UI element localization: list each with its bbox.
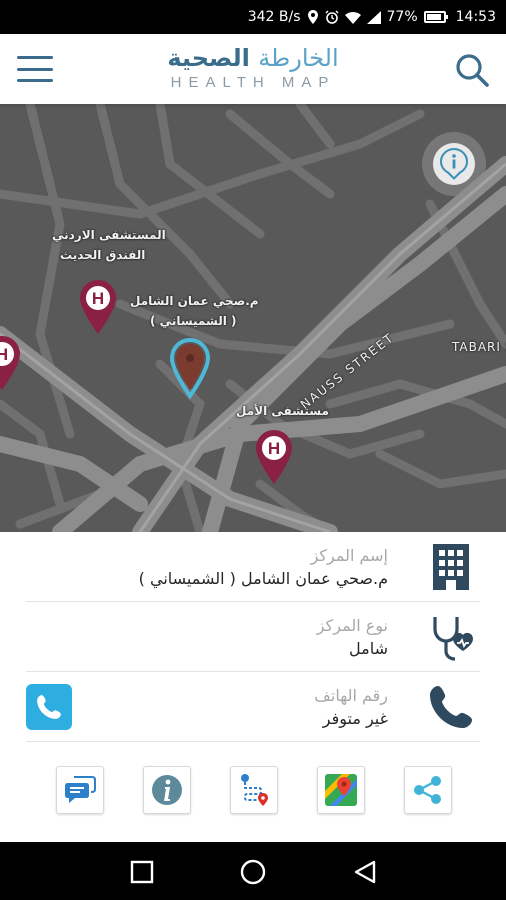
center-details-panel: إسم المركز م.صحي عمان الشامل ( الشميساني… <box>0 532 506 842</box>
action-buttons <box>0 766 506 816</box>
logo-ar-part1: الخارطة <box>258 44 339 72</box>
system-nav-bar <box>0 842 506 900</box>
route-button[interactable] <box>230 766 278 814</box>
map-label-street-2: TABARI ST <box>452 340 506 354</box>
phone-value: غير متوفر <box>322 709 388 728</box>
alarm-icon <box>325 10 339 24</box>
signal-icon <box>366 10 381 24</box>
svg-text:H: H <box>92 289 104 308</box>
hospital-marker-icon: H <box>80 280 116 334</box>
selected-marker-icon <box>169 337 211 400</box>
building-icon <box>426 542 476 592</box>
battery-percent: 77% <box>386 9 418 25</box>
logo-english: HEALTH MAP <box>170 74 336 91</box>
center-type-label: نوع المركز <box>316 616 388 635</box>
hospital-marker-icon: H <box>256 430 292 484</box>
square-icon <box>130 860 154 884</box>
search-icon <box>456 54 489 87</box>
google-maps-button[interactable] <box>317 766 365 814</box>
center-type-row: نوع المركز شامل <box>26 602 480 672</box>
center-name-row: إسم المركز م.صحي عمان الشامل ( الشميساني… <box>26 532 480 602</box>
svg-text:H: H <box>268 439 280 458</box>
clock: 14:53 <box>455 9 496 25</box>
svg-text:H: H <box>0 345 8 364</box>
logo-arabic: الخارطة الصحية <box>0 44 506 72</box>
share-button[interactable] <box>404 766 452 814</box>
logo-ar-part2: الصحية <box>167 44 250 72</box>
network-speed: 342 B/s <box>247 9 301 25</box>
map-label-selected-center-line2: ( الشميساني ) <box>150 314 237 328</box>
center-type-value: شامل <box>349 639 388 658</box>
share-icon <box>414 776 441 804</box>
stethoscope-heart-icon <box>426 612 476 662</box>
call-button[interactable] <box>26 684 72 730</box>
map-label-hospital-1: المستشفى الاردني <box>52 228 166 242</box>
back-triangle-icon <box>354 860 376 884</box>
phone-icon <box>426 682 476 732</box>
hospital-pin[interactable]: H <box>256 430 292 488</box>
circle-icon <box>240 859 266 885</box>
phone-row: رقم الهاتف غير متوفر <box>26 672 480 742</box>
chat-button[interactable] <box>56 766 104 814</box>
back-button[interactable] <box>352 859 378 885</box>
app-header: الخارطة الصحية HEALTH MAP <box>0 34 506 104</box>
info-bubble-icon <box>440 148 468 180</box>
map-info-inner <box>433 143 475 185</box>
route-icon <box>241 774 268 806</box>
center-name-value: م.صحي عمان الشامل ( الشميساني ) <box>138 569 388 588</box>
phone-label: رقم الهاتف <box>314 686 388 705</box>
map-label-selected-center: م.صحي عمان الشامل <box>130 294 259 308</box>
hospital-pin[interactable]: H <box>0 336 20 394</box>
battery-icon <box>423 11 448 23</box>
map-label-hospital-1-line2: الفندق الحديث <box>60 248 146 262</box>
home-button[interactable] <box>240 859 266 885</box>
selected-center-pin[interactable] <box>168 337 212 404</box>
app-logo: الخارطة الصحية HEALTH MAP <box>0 44 506 91</box>
hospital-marker-icon: H <box>0 336 20 390</box>
chat-icon <box>65 776 96 803</box>
hospital-pin[interactable]: H <box>80 280 116 338</box>
google-maps-icon <box>325 774 357 806</box>
map-info-button[interactable] <box>422 132 486 196</box>
info-icon <box>152 775 182 805</box>
center-name-label: إسم المركز <box>310 546 388 565</box>
call-icon <box>37 695 61 719</box>
map-label-hospital-2: مستشفى الأمل <box>236 404 329 418</box>
search-button[interactable] <box>452 50 492 90</box>
map-view[interactable]: المستشفى الاردني الفندق الحديث م.صحي عما… <box>0 104 506 532</box>
recents-button[interactable] <box>129 859 155 885</box>
wifi-icon <box>344 11 361 24</box>
info-button[interactable] <box>143 766 191 814</box>
location-icon <box>307 10 319 24</box>
status-bar: 342 B/s 77% 14:53 <box>0 0 506 34</box>
